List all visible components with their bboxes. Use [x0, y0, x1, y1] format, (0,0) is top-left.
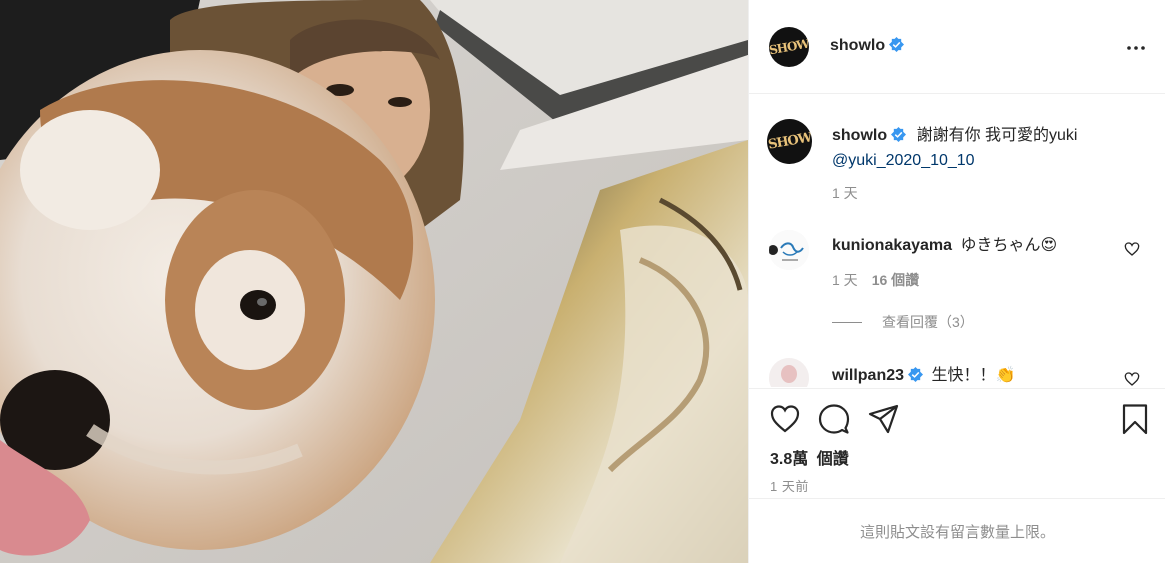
view-replies-label[interactable]: 查看回覆（3）: [882, 312, 974, 332]
user-photo-icon: [769, 358, 809, 387]
comment-text: 生快！！: [931, 367, 996, 384]
comment-username[interactable]: willpan23: [832, 367, 904, 384]
post-actions: 3.8萬 個讚 1 天前: [749, 388, 1165, 498]
caption-mention-link[interactable]: @yuki_2020_10_10: [832, 152, 975, 169]
caption-author-avatar[interactable]: SHOW: [767, 119, 812, 164]
avatar-logo-text: SHOW: [769, 36, 809, 58]
comments-section[interactable]: SHOW showlo 謝謝有你 我可愛的yuki @yuki_2020_10_…: [749, 95, 1165, 387]
author-username-text[interactable]: showlo: [830, 37, 885, 54]
view-replies-button[interactable]: 查看回覆（3）: [832, 312, 974, 332]
comment-username[interactable]: kunionakayama: [832, 237, 952, 254]
author-username[interactable]: showlo: [830, 37, 905, 55]
comment-avatar-willpan23[interactable]: [769, 358, 809, 387]
like-count-number[interactable]: 3.8萬: [770, 451, 808, 468]
avatar-logo-text: SHOW: [767, 130, 812, 153]
heart-icon[interactable]: [769, 403, 801, 435]
verified-badge-icon: [889, 37, 905, 52]
verified-badge-icon: [891, 127, 907, 142]
like-count-label[interactable]: 個讚: [817, 451, 849, 468]
comment-like-heart-icon[interactable]: [1124, 371, 1140, 387]
nakayama-logo-icon: [769, 230, 809, 270]
comment-text: ゆきちゃん: [960, 237, 1041, 254]
replies-divider: [832, 321, 862, 323]
like-count[interactable]: 3.8萬 個讚: [770, 445, 849, 469]
caption-timestamp[interactable]: 1 天: [832, 183, 858, 203]
post-side-panel: SHOW showlo SHOW showlo 謝謝有你 我可愛的yuki @y…: [748, 0, 1165, 563]
comments-limited-notice: 這則貼文設有留言數量上限。: [749, 498, 1165, 563]
post-timestamp[interactable]: 1 天前: [770, 476, 809, 495]
post-caption: showlo 謝謝有你 我可愛的yuki @yuki_2020_10_10: [832, 123, 1142, 173]
comment-avatar-kunionakayama[interactable]: [769, 230, 809, 270]
verified-badge-icon: [908, 367, 924, 382]
comment-timestamp[interactable]: 1 天: [832, 272, 858, 288]
post-photo[interactable]: [0, 0, 748, 563]
clapping-hands-emoji-icon: 👏: [995, 367, 1016, 384]
comment-meta: 1 天 16 個讚: [832, 270, 919, 290]
more-options-icon[interactable]: [1126, 38, 1146, 58]
share-icon[interactable]: [867, 403, 899, 435]
bookmark-icon[interactable]: [1119, 403, 1151, 435]
author-avatar[interactable]: SHOW: [769, 27, 809, 67]
comment-like-count[interactable]: 16 個讚: [872, 272, 919, 288]
heart-eyes-emoji-icon: 😍: [1040, 237, 1058, 254]
caption-username[interactable]: showlo: [832, 127, 887, 144]
comment-item: kunionakayama ゆきちゃん😍: [832, 231, 1057, 255]
comment-like-heart-icon[interactable]: [1124, 241, 1140, 257]
caption-text: 謝謝有你 我可愛的yuki: [916, 127, 1078, 144]
dog-selfie-image: [0, 0, 748, 563]
comment-item: willpan23 生快！！👏: [832, 361, 1015, 385]
comment-icon[interactable]: [818, 403, 850, 435]
post-header: SHOW showlo: [749, 0, 1165, 94]
